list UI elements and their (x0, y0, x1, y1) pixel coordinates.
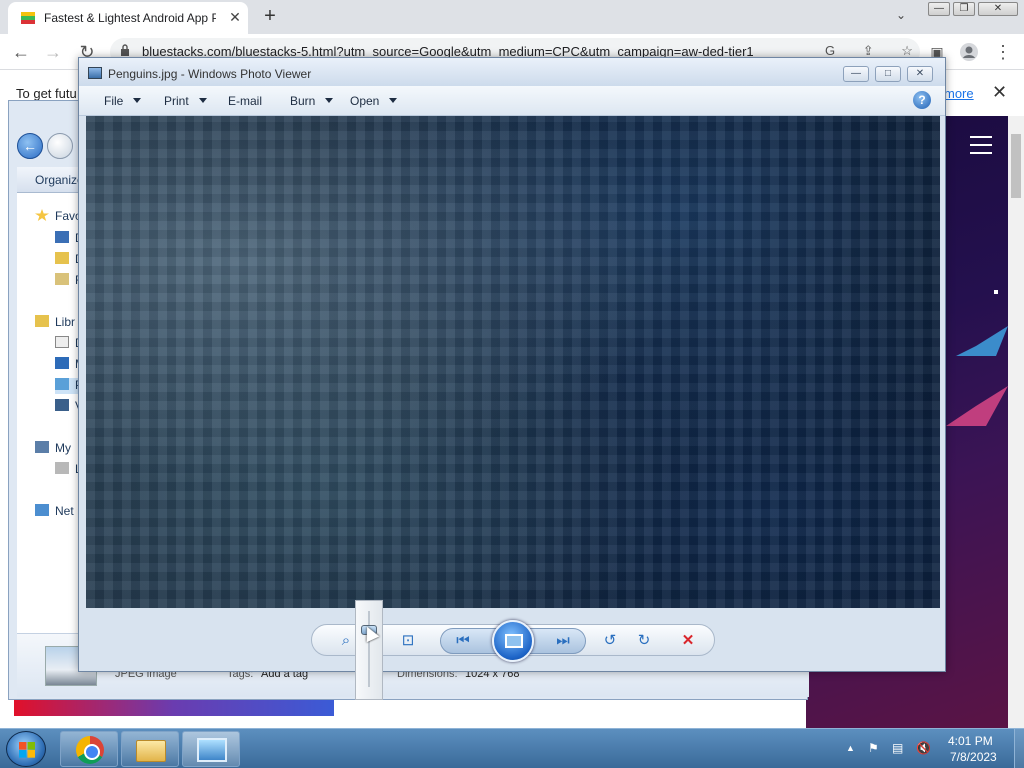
tree-item-libraries[interactable]: Libr (35, 315, 75, 331)
network-tray-icon[interactable]: ▤ (892, 741, 903, 755)
menu-file[interactable]: File (104, 94, 142, 108)
taskbar-chrome-button[interactable] (60, 731, 118, 767)
star-icon (35, 209, 49, 221)
windows-logo-icon (19, 742, 35, 758)
profile-avatar-icon[interactable] (958, 42, 980, 62)
navigation-pane: Favo De Do Re Libr Do Mu Pi Vi My Lo Net (17, 193, 92, 633)
pictures-icon (55, 378, 69, 390)
info-bar-more-link[interactable]: more (944, 86, 974, 101)
clock-date[interactable]: 7/8/2023 (950, 750, 997, 764)
browser-tab-strip: Fastest & Lightest Android App Player ✕ … (0, 0, 1024, 34)
page-gradient-strip (14, 698, 334, 716)
start-button[interactable] (6, 731, 46, 767)
system-tray: ▲ ⚑ ▤ 🔇 4:01 PM 7/8/2023 (840, 729, 1024, 768)
tab-title: Fastest & Lightest Android App Player (44, 11, 216, 25)
tab-close-icon[interactable]: ✕ (226, 8, 244, 26)
computer-icon (35, 441, 49, 453)
back-arrow-icon[interactable]: ← (10, 42, 32, 62)
viewer-close-button[interactable]: ✕ (907, 66, 933, 82)
info-bar-close-icon[interactable]: ✕ (992, 82, 1007, 103)
scrollbar-thumb[interactable] (1011, 134, 1021, 198)
taskbar: ▲ ⚑ ▤ 🔇 4:01 PM 7/8/2023 (0, 728, 1024, 768)
menu-print[interactable]: Print (164, 94, 207, 108)
library-icon (35, 315, 49, 327)
viewer-maximize-button[interactable]: □ (875, 66, 901, 82)
photo-display[interactable] (86, 116, 940, 608)
decorative-shape-icon (946, 290, 1008, 426)
actual-size-icon[interactable]: ⊡ (396, 630, 420, 652)
previous-icon[interactable]: ⏮ (451, 630, 475, 652)
taskbar-photo-viewer-button[interactable] (182, 731, 240, 767)
page-scrollbar[interactable] (1008, 116, 1024, 728)
zoom-slider[interactable] (355, 600, 383, 700)
explorer-forward-icon[interactable] (47, 133, 73, 159)
bluestacks-favicon-icon (21, 12, 35, 24)
music-icon (55, 357, 69, 369)
taskbar-explorer-button[interactable] (121, 731, 179, 767)
tab-search-chevron-icon[interactable]: ⌄ (896, 8, 906, 22)
hamburger-menu-icon[interactable] (970, 136, 992, 154)
forward-arrow-icon[interactable]: → (42, 42, 64, 62)
help-icon[interactable]: ? (913, 91, 931, 109)
new-tab-button[interactable]: + (258, 6, 282, 28)
viewer-titlebar[interactable]: Penguins.jpg - Windows Photo Viewer — □ … (79, 58, 945, 86)
folder-icon (136, 740, 166, 762)
tray-chevron-icon[interactable]: ▲ (846, 743, 855, 753)
downloads-icon (55, 252, 69, 264)
browser-tab[interactable]: Fastest & Lightest Android App Player ✕ (8, 2, 248, 34)
viewer-control-bar: ⌕ ⊡ ⏮ ⏭ ↺ ↻ ✕ (79, 600, 945, 700)
chevron-down-icon (198, 98, 207, 103)
organize-label: Organize (35, 173, 84, 187)
organize-button[interactable]: Organize (17, 167, 87, 193)
window-close-button[interactable]: ✕ (978, 2, 1018, 16)
photo-viewer-icon (197, 738, 227, 762)
chevron-down-icon (133, 98, 142, 103)
action-center-flag-icon[interactable]: ⚑ (868, 741, 879, 755)
viewer-title: Penguins.jpg - Windows Photo Viewer (108, 67, 312, 81)
tree-item-favorites[interactable]: Favo (35, 209, 82, 225)
viewer-minimize-button[interactable]: — (843, 66, 869, 82)
photo-viewer-app-icon (88, 67, 102, 79)
rotate-counterclockwise-icon[interactable]: ↺ (598, 630, 622, 652)
photo-viewer-window: Penguins.jpg - Windows Photo Viewer — □ … (78, 57, 946, 700)
next-icon[interactable]: ⏭ (551, 630, 575, 652)
zoom-slider-track[interactable] (368, 611, 370, 687)
menu-email[interactable]: E-mail (228, 94, 262, 108)
tree-item-computer[interactable]: My (35, 441, 71, 457)
recent-places-icon (55, 273, 69, 285)
rotate-clockwise-icon[interactable]: ↻ (632, 630, 656, 652)
documents-icon (55, 336, 69, 348)
delete-icon[interactable]: ✕ (676, 630, 700, 652)
info-bar-text: To get futu (16, 86, 77, 101)
chevron-down-icon (325, 98, 334, 103)
chrome-icon (76, 736, 104, 764)
videos-icon (55, 399, 69, 411)
tree-item-network[interactable]: Net (35, 504, 74, 520)
local-disk-icon (55, 462, 69, 474)
volume-muted-icon[interactable]: 🔇 (916, 741, 931, 755)
menu-burn[interactable]: Burn (290, 94, 334, 108)
lock-icon (121, 44, 129, 56)
slideshow-button[interactable] (492, 620, 534, 662)
viewer-menubar: File Print E-mail Burn Open ? (79, 86, 945, 116)
explorer-nav-buttons: ← (17, 133, 77, 161)
show-desktop-button[interactable] (1014, 729, 1024, 768)
slideshow-icon (505, 634, 523, 648)
desktop-icon (55, 231, 69, 243)
menu-open[interactable]: Open (350, 94, 398, 108)
chevron-down-icon (389, 98, 398, 103)
network-icon (35, 504, 49, 516)
window-restore-button[interactable]: ❐ (953, 2, 975, 16)
window-minimize-button[interactable]: — (928, 2, 950, 16)
clock-time[interactable]: 4:01 PM (948, 734, 993, 748)
explorer-back-icon[interactable]: ← (17, 133, 43, 159)
chrome-menu-icon[interactable]: ⋮ (992, 42, 1014, 62)
